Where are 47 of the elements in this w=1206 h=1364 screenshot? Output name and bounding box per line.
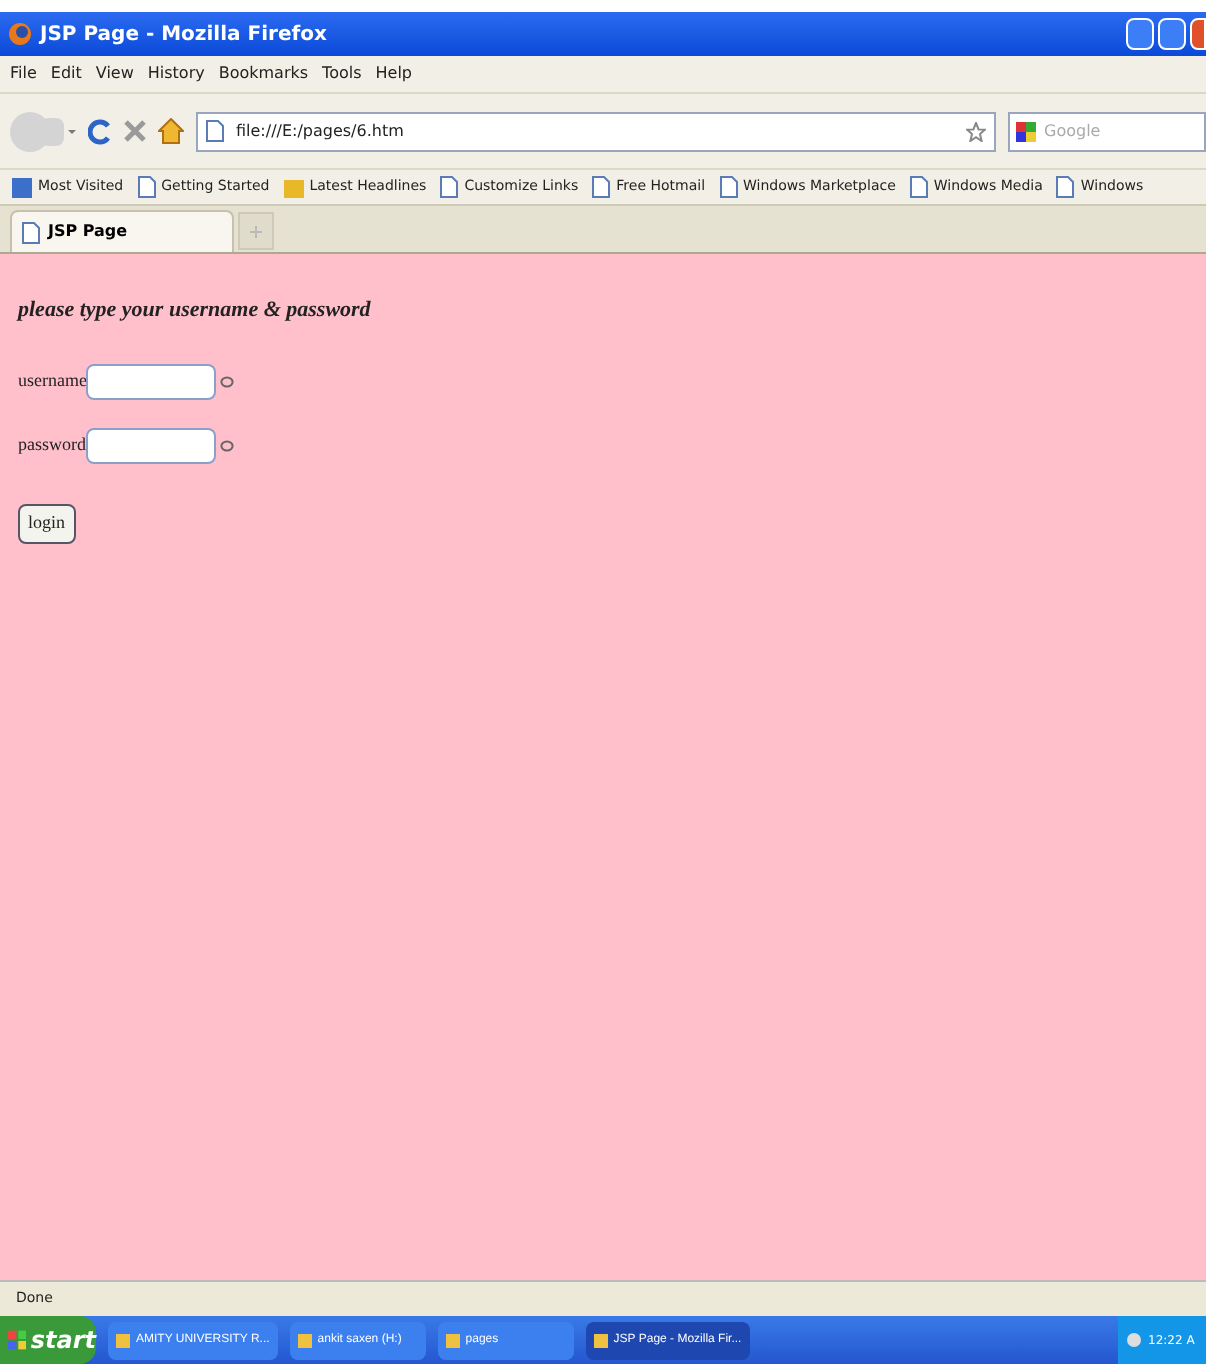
document-icon <box>206 120 224 142</box>
minimize-button[interactable] <box>1126 18 1154 50</box>
menu-item[interactable]: Edit <box>50 62 82 86</box>
menu-item[interactable]: View <box>95 62 134 86</box>
maximize-button[interactable] <box>1158 18 1186 50</box>
menu-item[interactable]: Tools <box>322 62 362 86</box>
document-icon <box>22 221 40 243</box>
star-icon[interactable] <box>966 121 986 141</box>
close-button[interactable] <box>1190 18 1206 50</box>
feed-folder-icon <box>283 177 304 197</box>
field-label: password <box>18 431 86 458</box>
menu-item[interactable]: Bookmarks <box>218 62 309 86</box>
search-placeholder: Google <box>1044 119 1101 143</box>
window-icon <box>593 1333 608 1347</box>
plus-icon <box>250 225 262 237</box>
menu-item[interactable]: File <box>10 62 37 86</box>
document-icon <box>1056 176 1075 198</box>
document-icon <box>440 176 459 198</box>
login-button[interactable]: login <box>18 503 76 543</box>
document-icon <box>719 176 738 198</box>
windows-logo-icon <box>8 1330 27 1350</box>
document-icon <box>137 176 156 198</box>
window-title: JSP Page - Mozilla Firefox <box>40 21 327 49</box>
window-icon <box>116 1333 130 1347</box>
field-label: username <box>18 367 87 394</box>
circle-icon <box>220 375 235 387</box>
menu-item[interactable]: History <box>147 62 205 86</box>
stop-icon[interactable] <box>124 120 146 142</box>
google-icon <box>1016 121 1036 141</box>
address-field[interactable]: file:///E:/pages/6.htm <box>196 111 996 151</box>
menu-item[interactable]: Help <box>375 62 413 86</box>
bookmark-folder-icon <box>12 177 32 197</box>
window-icon <box>445 1333 460 1347</box>
document-icon <box>592 176 611 198</box>
text-input[interactable] <box>86 363 217 399</box>
text-input[interactable] <box>86 427 216 463</box>
address-text: file:///E:/pages/6.htm <box>236 119 404 143</box>
page-heading: please type your username & password <box>18 296 373 326</box>
start-button[interactable]: start <box>0 1316 96 1364</box>
tray-icon <box>1126 1332 1142 1348</box>
circle-icon <box>220 439 234 451</box>
firefox-icon <box>8 22 32 46</box>
home-icon[interactable] <box>158 118 184 144</box>
document-icon <box>909 176 928 198</box>
reload-icon[interactable] <box>88 117 112 145</box>
window-icon <box>297 1333 312 1347</box>
browser-tab[interactable]: JSP Page <box>10 210 234 252</box>
